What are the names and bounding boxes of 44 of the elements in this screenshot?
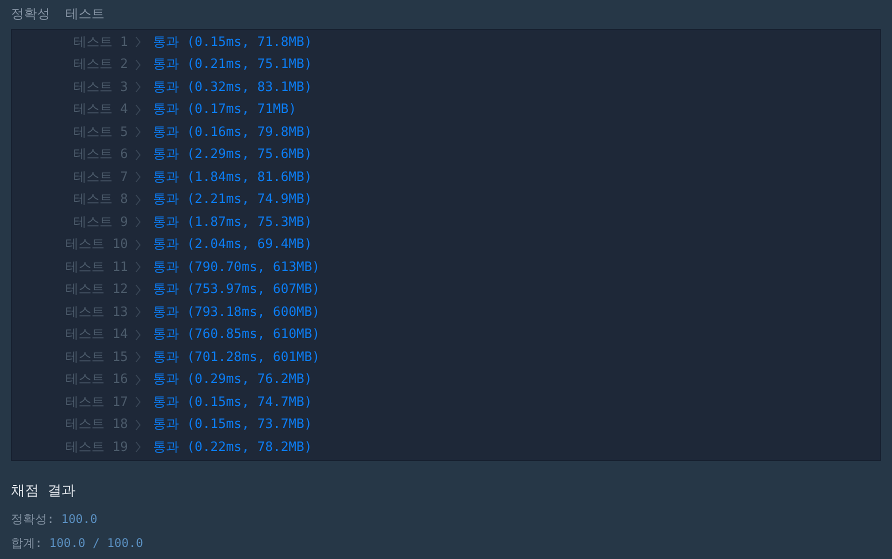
test-result: 통과 (793.18ms, 600MB) <box>153 304 320 322</box>
test-result: 통과 (0.21ms, 75.1MB) <box>153 56 312 74</box>
test-result: 통과 (2.29ms, 75.6MB) <box>153 146 312 164</box>
test-result: 통과 (0.15ms, 73.7MB) <box>153 416 312 434</box>
test-result: 통과 (2.21ms, 74.9MB) <box>153 191 312 209</box>
section-title: 정확성 테스트 <box>10 6 106 24</box>
test-result: 통과 (0.17ms, 71MB) <box>153 101 296 119</box>
chevron-icon <box>135 126 141 138</box>
test-result: 통과 (0.29ms, 76.2MB) <box>153 371 312 389</box>
test-result: 통과 (760.85ms, 610MB) <box>153 326 320 344</box>
chevron-icon <box>135 148 141 161</box>
chevron-icon <box>135 81 141 94</box>
chevron-icon <box>135 104 141 116</box>
summary-value: 100.0 <box>61 510 98 528</box>
test-result: 통과 (1.84ms, 81.6MB) <box>153 168 312 186</box>
chevron-icon <box>135 284 141 296</box>
summary-value: 100.0 / 100.0 <box>49 534 144 552</box>
test-result: 통과 (0.16ms, 79.8MB) <box>153 124 312 142</box>
test-result: 통과 (701.28ms, 601MB) <box>153 348 320 366</box>
test-result: 통과 (0.22ms, 78.2MB) <box>153 438 312 456</box>
chevron-icon <box>135 328 141 341</box>
chevron-icon <box>135 58 141 71</box>
chevron-icon <box>135 374 141 386</box>
chevron-icon <box>135 441 141 454</box>
chevron-icon <box>135 306 141 318</box>
test-result: 통과 (0.15ms, 74.7MB) <box>153 394 312 412</box>
test-result: 통과 (790.70ms, 613MB) <box>153 258 320 276</box>
summary-title: 채점 결과 <box>11 482 76 500</box>
chevron-icon <box>135 216 141 228</box>
chevron-icon <box>135 351 141 364</box>
chevron-icon <box>135 36 141 48</box>
chevron-icon <box>135 171 141 184</box>
chevron-icon <box>135 418 141 431</box>
chevron-icon <box>135 396 141 408</box>
summary-label: 합계: <box>11 534 42 552</box>
test-result: 통과 (2.04ms, 69.4MB) <box>153 236 312 254</box>
test-result: 통과 (0.32ms, 83.1MB) <box>153 78 312 96</box>
chevron-icon <box>135 261 141 274</box>
summary-label: 정확성: <box>11 510 54 528</box>
test-result: 통과 (753.97ms, 607MB) <box>153 281 320 299</box>
test-result: 통과 (0.15ms, 71.8MB) <box>153 34 312 52</box>
chevron-icon <box>135 194 141 206</box>
chevron-icon <box>135 238 141 251</box>
test-result: 통과 (1.87ms, 75.3MB) <box>153 214 312 232</box>
